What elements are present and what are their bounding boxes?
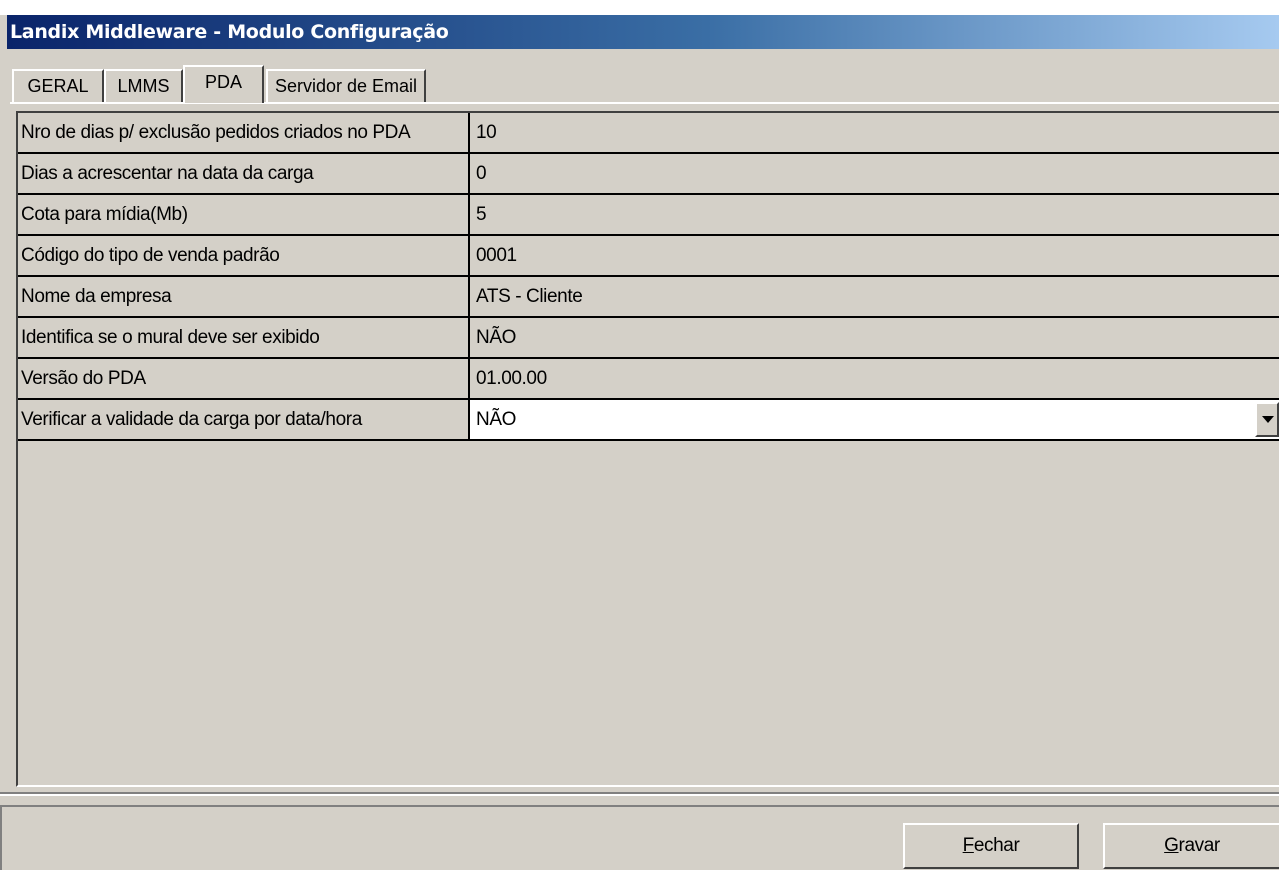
separator-highlight: [0, 794, 1279, 796]
setting-name: Cota para mídia(Mb): [18, 195, 470, 234]
tab-pda[interactable]: PDA: [183, 65, 264, 103]
close-button[interactable]: Fechar: [903, 823, 1079, 869]
config-window: Landix Middleware - Modulo Configuração …: [0, 15, 1279, 870]
setting-value[interactable]: ATS - Cliente: [470, 277, 1279, 316]
setting-value[interactable]: 5: [470, 195, 1279, 234]
setting-value[interactable]: 0001: [470, 236, 1279, 275]
settings-grid: Nro de dias p/ exclusão pedidos criados …: [18, 113, 1279, 441]
window-title: Landix Middleware - Modulo Configuração: [7, 15, 1279, 49]
table-row[interactable]: Versão do PDA 01.00.00: [18, 359, 1279, 400]
table-row[interactable]: Cota para mídia(Mb) 5: [18, 195, 1279, 236]
table-row[interactable]: Código do tipo de venda padrão 0001: [18, 236, 1279, 277]
setting-value[interactable]: NÃO: [470, 318, 1279, 357]
select-value: NÃO: [476, 409, 516, 430]
close-accel: F: [962, 835, 975, 856]
setting-name: Nro de dias p/ exclusão pedidos criados …: [18, 113, 470, 152]
setting-name: Versão do PDA: [18, 359, 470, 398]
setting-name: Dias a acrescentar na data da carga: [18, 154, 470, 193]
close-label: echar: [973, 835, 1020, 856]
setting-value[interactable]: 10: [470, 113, 1279, 152]
setting-name: Código do tipo de venda padrão: [18, 236, 470, 275]
chevron-down-icon: [1262, 416, 1274, 423]
save-button[interactable]: Gravar: [1103, 823, 1279, 869]
table-row[interactable]: Nro de dias p/ exclusão pedidos criados …: [18, 113, 1279, 154]
save-accel: G: [1164, 835, 1179, 856]
table-row[interactable]: Dias a acrescentar na data da carga 0: [18, 154, 1279, 195]
save-label: ravar: [1178, 835, 1221, 856]
tab-lmms[interactable]: LMMS: [104, 69, 183, 102]
setting-value-select[interactable]: NÃO: [470, 400, 1279, 439]
tab-servidor-email[interactable]: Servidor de Email: [266, 69, 426, 102]
tab-geral[interactable]: GERAL: [12, 69, 104, 102]
table-row[interactable]: Identifica se o mural deve ser exibido N…: [18, 318, 1279, 359]
setting-name: Verificar a validade da carga por data/h…: [18, 400, 470, 439]
settings-panel: Nro de dias p/ exclusão pedidos criados …: [16, 111, 1279, 787]
dropdown-button[interactable]: [1255, 402, 1279, 437]
table-row[interactable]: Verificar a validade da carga por data/h…: [18, 400, 1279, 441]
button-bar: Fechar Gravar: [0, 805, 1279, 870]
table-row[interactable]: Nome da empresa ATS - Cliente: [18, 277, 1279, 318]
setting-name: Nome da empresa: [18, 277, 470, 316]
tab-strip: GERAL LMMS PDA Servidor de Email: [10, 65, 1279, 103]
setting-name: Identifica se o mural deve ser exibido: [18, 318, 470, 357]
setting-value[interactable]: 01.00.00: [470, 359, 1279, 398]
setting-value[interactable]: 0: [470, 154, 1279, 193]
